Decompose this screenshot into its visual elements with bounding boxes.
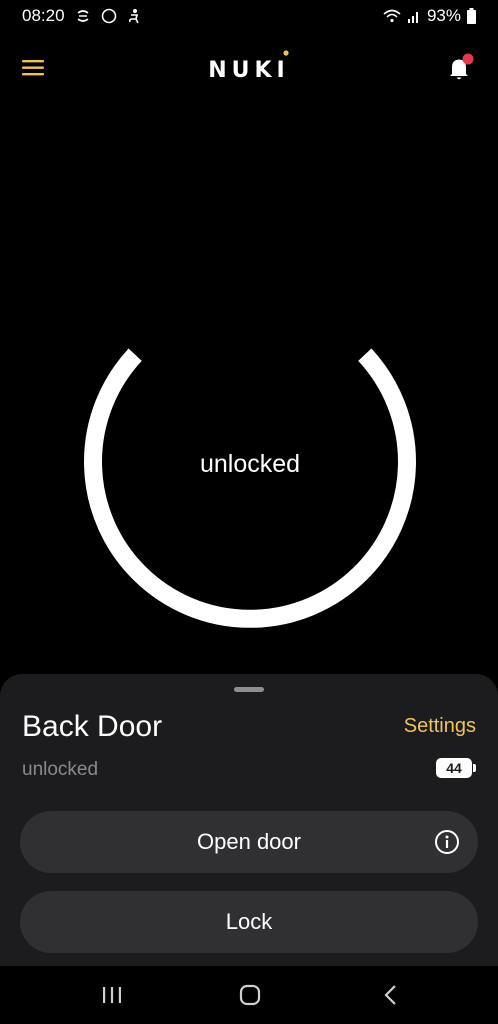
nav-recents-button[interactable] <box>97 982 127 1008</box>
system-nav-bar <box>0 966 498 1024</box>
open-door-label: Open door <box>197 829 301 854</box>
lock-bottom-sheet: Back Door Settings unlocked 44 Open door… <box>0 674 498 966</box>
nav-back-button[interactable] <box>376 982 406 1008</box>
lock-state-text: unlocked <box>22 759 99 780</box>
circle-status-icon <box>101 8 117 24</box>
status-time: 08:20 <box>22 6 65 25</box>
brand-dot <box>283 50 289 56</box>
nav-home-button[interactable] <box>235 982 265 1008</box>
battery-percent: 93% <box>426 6 461 25</box>
lock-name: Back Door <box>22 710 163 743</box>
lock-state-label: unlocked <box>199 450 301 478</box>
brand-logo: NUKI <box>0 58 498 83</box>
back-icon <box>384 985 396 1005</box>
lock-button-label: Lock <box>225 909 273 934</box>
brand-text: NUKI <box>208 58 290 83</box>
lock-button[interactable]: Lock <box>20 891 478 953</box>
home-icon <box>239 984 261 1006</box>
wifi-icon <box>383 8 401 24</box>
info-icon[interactable] <box>434 829 460 855</box>
app-header: NUKI <box>0 42 498 94</box>
accessibility-icon <box>127 8 141 24</box>
sheet-drag-handle[interactable] <box>234 687 264 692</box>
open-door-button[interactable]: Open door <box>20 811 478 873</box>
status-bar-left: 08:20 <box>22 6 141 26</box>
notifications-button[interactable] <box>444 52 476 84</box>
notification-dot <box>462 53 474 65</box>
sync-icon <box>75 8 91 24</box>
lock-action-ring[interactable]: unlocked <box>80 300 420 640</box>
phone-battery-icon <box>467 8 476 24</box>
recents-icon <box>103 987 121 1003</box>
bell-icon <box>450 53 474 80</box>
lock-battery-level: 44 <box>436 758 472 778</box>
status-bar: 08:20 93% <box>0 0 498 32</box>
settings-button[interactable]: Settings <box>404 715 476 738</box>
lock-battery-tip <box>473 764 476 772</box>
status-bar-right: 93% <box>383 6 476 26</box>
signal-icon <box>407 9 421 23</box>
lock-battery-indicator: 44 <box>436 758 476 778</box>
